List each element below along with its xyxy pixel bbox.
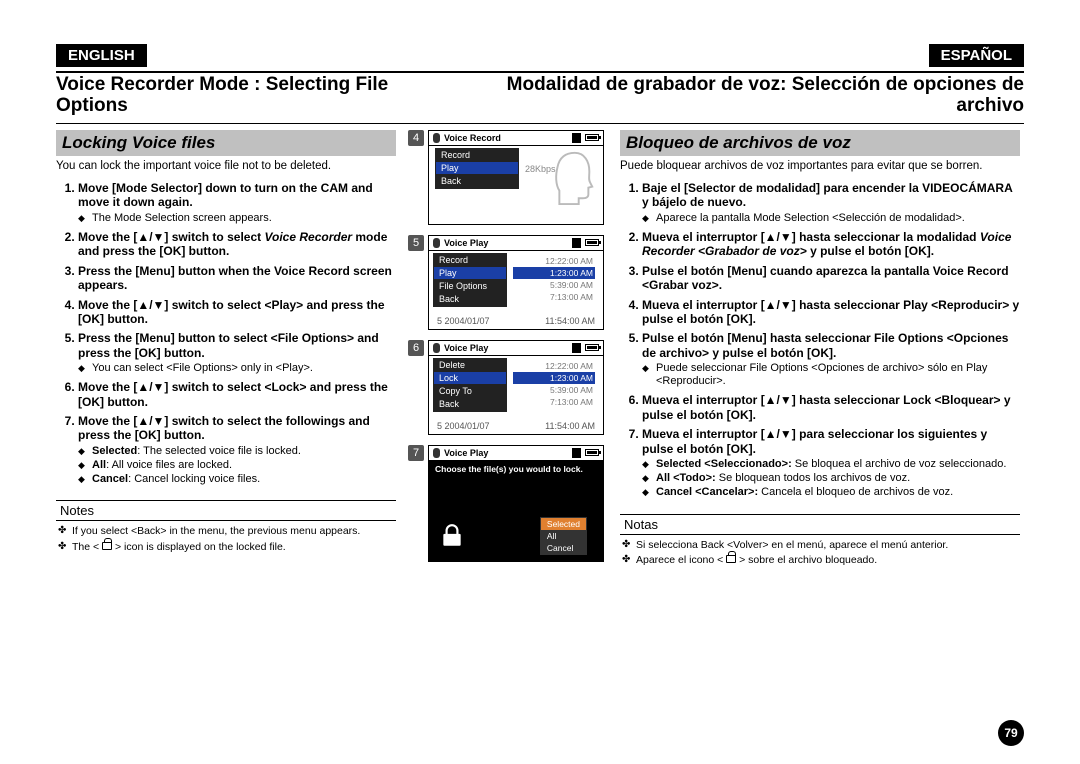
notes-header-es: Notas (620, 514, 1020, 535)
card-icon (572, 448, 581, 458)
battery-icon (585, 344, 599, 351)
mic-icon (433, 343, 440, 353)
intro-es: Puede bloquear archivos de voz important… (620, 160, 1020, 173)
card-icon (572, 133, 581, 143)
instructions-en: Move [Mode Selector] down to turn on the… (56, 181, 396, 486)
section-header-en: Locking Voice files (56, 130, 396, 156)
mic-icon (433, 238, 440, 248)
screenshot-5: Voice Play 12:22:00 AM 1:23:00 AM 5:39:0… (428, 235, 604, 330)
screenshots: 4 Voice Record Record Play Back (408, 130, 608, 570)
battery-icon (585, 134, 599, 141)
shot-number-4: 4 (408, 130, 424, 146)
title-es: Modalidad de grabador de voz: Selección … (452, 75, 1024, 117)
lock-icon (726, 555, 736, 563)
battery-icon (585, 239, 599, 246)
mic-icon (433, 448, 440, 458)
card-icon (572, 343, 581, 353)
notes-en: If you select <Back> in the menu, the pr… (56, 525, 396, 553)
notes-header-en: Notes (56, 500, 396, 521)
lang-en-badge: ENGLISH (56, 44, 147, 67)
screenshot-7: Voice Play Choose the file(s) you would … (428, 445, 604, 562)
lang-es-badge: ESPAÑOL (929, 44, 1024, 67)
shot-number-5: 5 (408, 235, 424, 251)
screenshot-4: Voice Record Record Play Back 28Kbps (428, 130, 604, 225)
title-en: Voice Recorder Mode : Selecting File Opt… (56, 75, 452, 117)
shot-number-6: 6 (408, 340, 424, 356)
intro-en: You can lock the important voice file no… (56, 160, 396, 173)
section-header-es: Bloqueo de archivos de voz (620, 130, 1020, 156)
lock-icon (102, 542, 112, 550)
screenshot-6: Voice Play 12:22:00 AM 1:23:00 AM 5:39:0… (428, 340, 604, 435)
head-silhouette-icon (543, 148, 597, 206)
instructions-es: Baje el [Selector de modalidad] para enc… (620, 181, 1020, 500)
mic-icon (433, 133, 440, 143)
battery-icon (585, 449, 599, 456)
lock-icon (439, 523, 465, 551)
card-icon (572, 238, 581, 248)
page-number: 79 (998, 720, 1024, 746)
notes-es: Si selecciona Back <Volver> en el menú, … (620, 539, 1020, 567)
shot-number-7: 7 (408, 445, 424, 461)
